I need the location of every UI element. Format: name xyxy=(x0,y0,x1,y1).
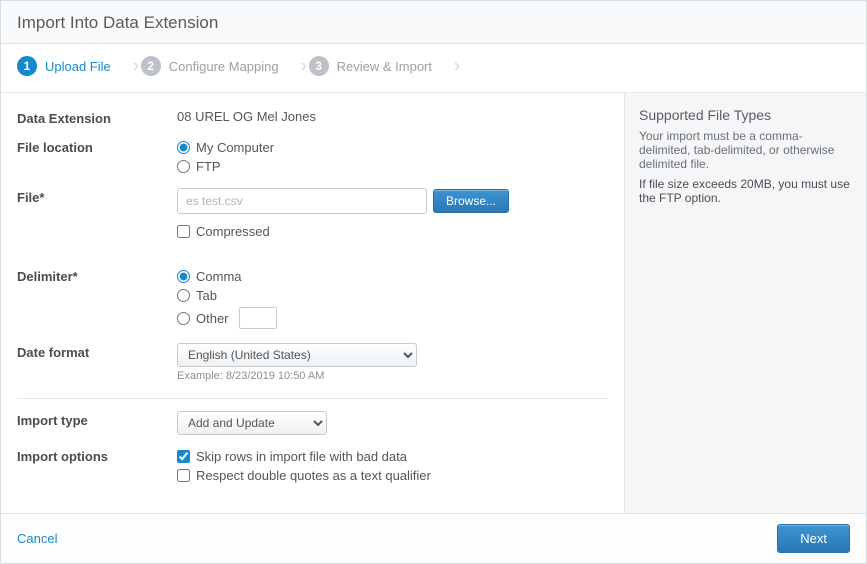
row-import-options: Import options Skip rows in import file … xyxy=(17,441,608,491)
browse-button[interactable]: Browse... xyxy=(433,189,509,213)
value-data-extension: 08 UREL OG Mel Jones xyxy=(177,109,608,126)
label-date-format: Date format xyxy=(17,343,177,382)
label-delimiter: Delimiter* xyxy=(17,267,177,331)
content-area: Data Extension 08 UREL OG Mel Jones File… xyxy=(1,93,866,513)
file-input[interactable]: es test.csv xyxy=(177,188,427,214)
label-import-options: Import options xyxy=(17,447,177,485)
chevron-right-icon: › xyxy=(454,56,460,77)
row-file: File* es test.csv Browse... Compressed xyxy=(17,182,608,247)
wizard-steps: 1 Upload File › 2 Configure Mapping › 3 … xyxy=(1,44,866,93)
cancel-link[interactable]: Cancel xyxy=(17,531,57,546)
step-label: Upload File xyxy=(45,59,111,74)
checkbox-label: Skip rows in import file with bad data xyxy=(196,449,407,464)
radio-input-my-computer[interactable] xyxy=(177,141,190,154)
date-format-select[interactable]: English (United States) xyxy=(177,343,417,367)
import-type-select[interactable]: Add and Update xyxy=(177,411,327,435)
dialog-footer: Cancel Next xyxy=(1,513,866,563)
checkbox-label: Compressed xyxy=(196,224,270,239)
checkbox-compressed[interactable]: Compressed xyxy=(177,222,608,241)
wizard-step-upload[interactable]: 1 Upload File › xyxy=(9,52,133,80)
label-file: File* xyxy=(17,188,177,241)
side-panel: Supported File Types Your import must be… xyxy=(624,93,866,513)
checkbox-skip-bad[interactable]: Skip rows in import file with bad data xyxy=(177,447,608,466)
radio-label: FTP xyxy=(196,159,221,174)
form-area: Data Extension 08 UREL OG Mel Jones File… xyxy=(1,93,624,513)
checkbox-input-skip-bad[interactable] xyxy=(177,450,190,463)
step-number-icon: 3 xyxy=(309,56,329,76)
radio-label: Tab xyxy=(196,288,217,303)
dialog-title: Import Into Data Extension xyxy=(1,1,866,44)
radio-label: Other xyxy=(196,311,229,326)
label-import-type: Import type xyxy=(17,411,177,435)
checkbox-input-respect-quotes[interactable] xyxy=(177,469,190,482)
side-note-1: Your import must be a comma-delimited, t… xyxy=(639,129,852,171)
row-import-type: Import type Add and Update xyxy=(17,405,608,441)
row-file-location: File location My Computer FTP xyxy=(17,132,608,182)
radio-input-other[interactable] xyxy=(177,312,190,325)
next-button[interactable]: Next xyxy=(777,524,850,553)
side-note-2: If file size exceeds 20MB, you must use … xyxy=(639,177,852,205)
radio-my-computer[interactable]: My Computer xyxy=(177,138,608,157)
radio-input-tab[interactable] xyxy=(177,289,190,302)
step-number-icon: 2 xyxy=(141,56,161,76)
radio-input-comma[interactable] xyxy=(177,270,190,283)
row-delimiter: Delimiter* Comma Tab Other xyxy=(17,261,608,337)
label-data-extension: Data Extension xyxy=(17,109,177,126)
wizard-step-mapping[interactable]: 2 Configure Mapping › xyxy=(133,52,301,80)
checkbox-label: Respect double quotes as a text qualifie… xyxy=(196,468,431,483)
other-delimiter-input[interactable] xyxy=(239,307,277,329)
radio-tab[interactable]: Tab xyxy=(177,286,608,305)
checkbox-input-compressed[interactable] xyxy=(177,225,190,238)
radio-input-ftp[interactable] xyxy=(177,160,190,173)
row-data-extension: Data Extension 08 UREL OG Mel Jones xyxy=(17,103,608,132)
row-date-format: Date format English (United States) Exam… xyxy=(17,337,608,388)
checkbox-respect-quotes[interactable]: Respect double quotes as a text qualifie… xyxy=(177,466,608,485)
radio-label: Comma xyxy=(196,269,242,284)
step-label: Configure Mapping xyxy=(169,59,279,74)
section-divider xyxy=(17,398,608,399)
radio-other[interactable]: Other xyxy=(177,305,608,331)
label-file-location: File location xyxy=(17,138,177,176)
date-format-example: Example: 8/23/2019 10:50 AM xyxy=(177,370,608,382)
step-number-icon: 1 xyxy=(17,56,37,76)
radio-label: My Computer xyxy=(196,140,274,155)
radio-comma[interactable]: Comma xyxy=(177,267,608,286)
radio-ftp[interactable]: FTP xyxy=(177,157,608,176)
wizard-step-review[interactable]: 3 Review & Import › xyxy=(301,52,454,80)
side-heading: Supported File Types xyxy=(639,107,852,123)
step-label: Review & Import xyxy=(337,59,432,74)
